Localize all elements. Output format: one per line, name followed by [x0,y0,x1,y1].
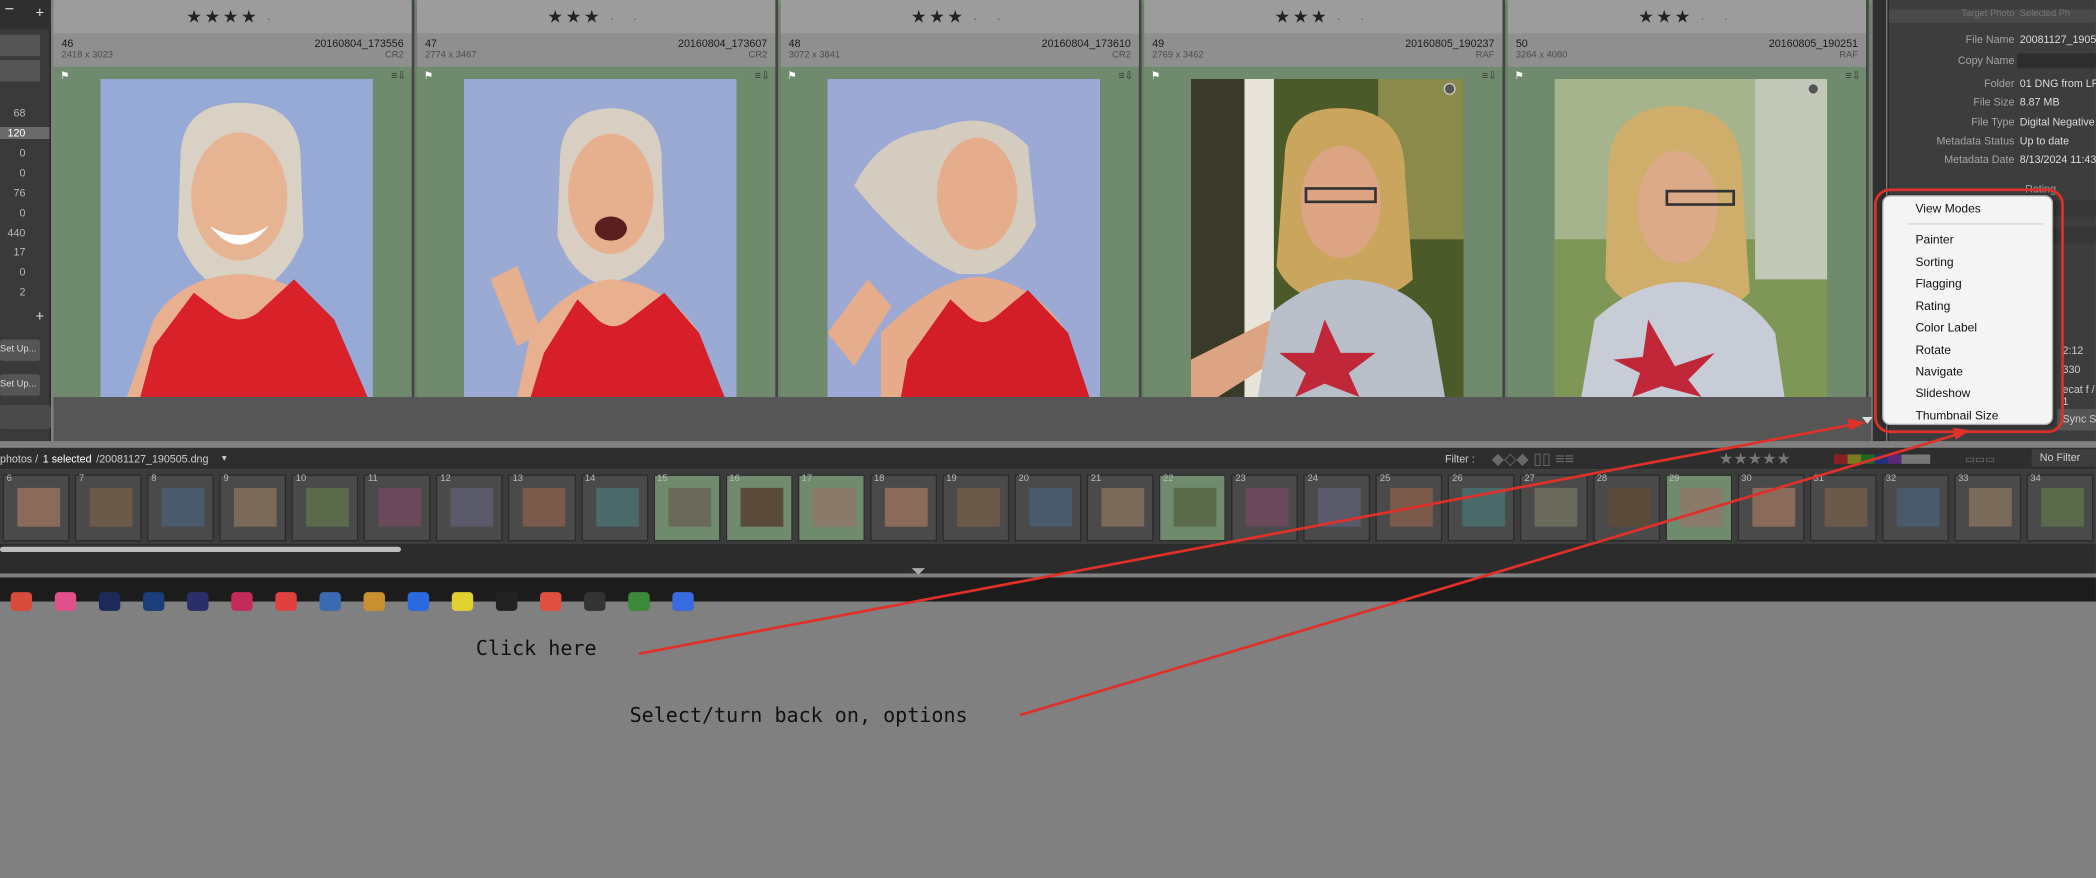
lightroom-screenshot: + 68 120 0 0 76 0 440 17 0 2 + Set Up...… [0,0,2096,878]
click-here-arrowhead-icon [1847,418,1867,431]
options-arrow [1019,433,1958,717]
annotation-click-here: Click here [475,636,597,661]
click-here-arrow [638,423,1851,655]
annotation-select-options: Select/turn back on, options [629,703,968,728]
options-arrowhead-icon [1952,427,1971,440]
annotation-arrows [638,418,1971,717]
